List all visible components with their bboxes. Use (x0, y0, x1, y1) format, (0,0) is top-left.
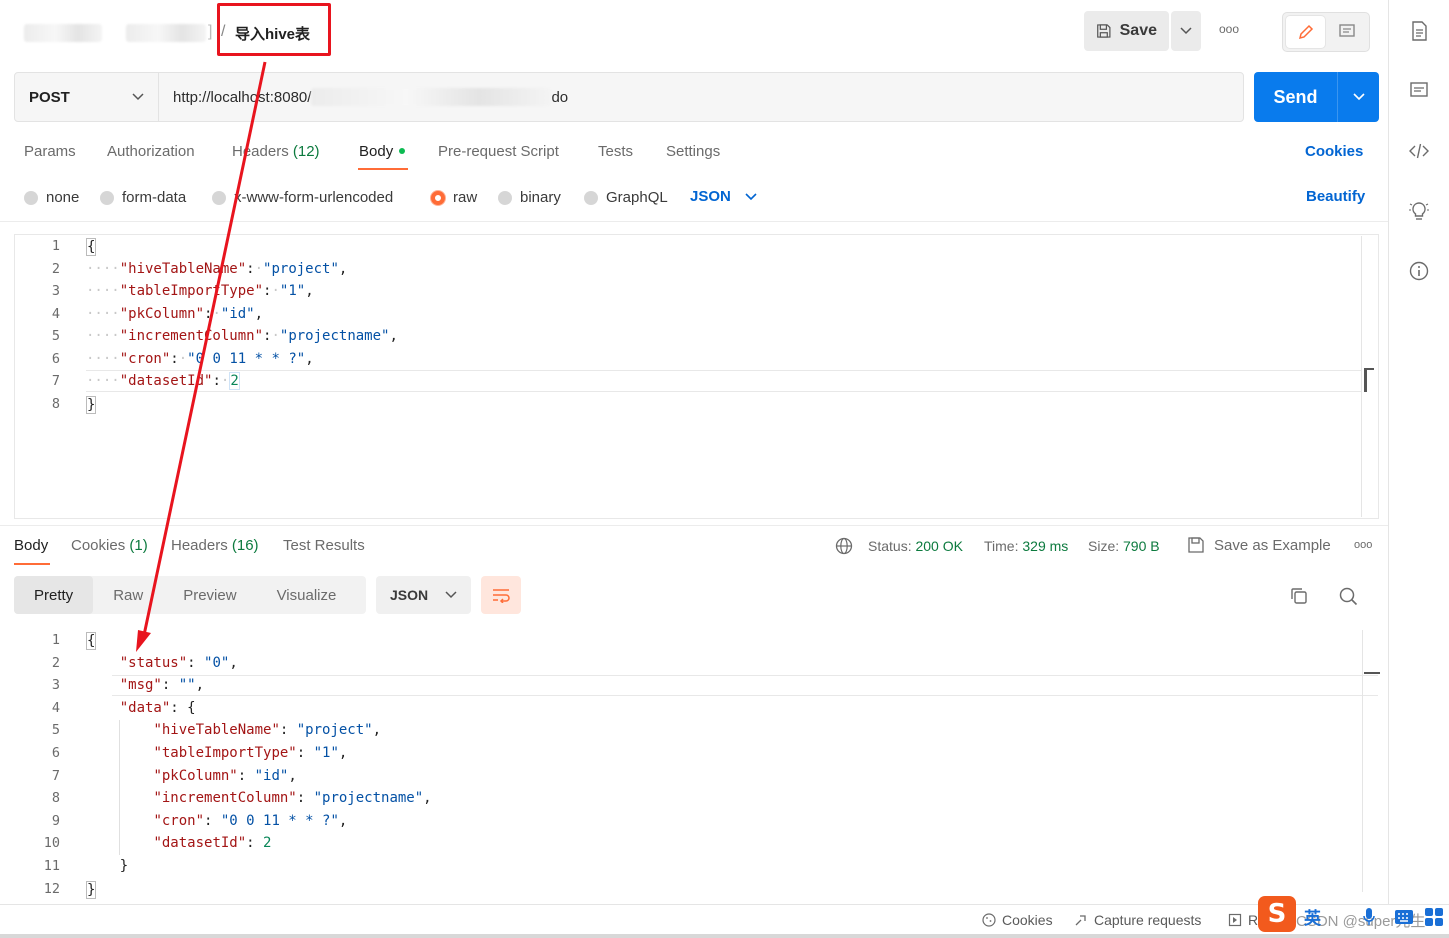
lightbulb-icon[interactable] (1408, 200, 1430, 222)
cookie-icon (982, 913, 996, 927)
documentation-icon[interactable] (1408, 20, 1430, 42)
bottom-edge (0, 934, 1449, 938)
runner-icon (1228, 913, 1242, 927)
ime-logo-icon[interactable]: S (1258, 896, 1296, 932)
statusbar-cookies-label: Cookies (1002, 912, 1053, 928)
grid-menu-icon[interactable] (1424, 907, 1444, 927)
right-sidebar (1388, 0, 1449, 904)
statusbar-cookies[interactable]: Cookies (982, 912, 1053, 928)
capture-icon (1075, 915, 1086, 926)
annotation-arrow (136, 61, 267, 652)
comments-icon[interactable] (1408, 80, 1430, 102)
code-icon[interactable] (1408, 140, 1430, 162)
status-bar: Cookies Capture requests Ru CSDN @super先… (0, 904, 1449, 934)
microphone-icon[interactable] (1362, 906, 1376, 928)
ime-language-indicator[interactable]: 英 (1304, 904, 1321, 929)
info-icon[interactable] (1408, 260, 1430, 282)
statusbar-capture-requests[interactable]: Capture requests (1074, 912, 1201, 928)
statusbar-capture-label: Capture requests (1094, 912, 1202, 928)
keyboard-icon[interactable] (1394, 907, 1414, 927)
